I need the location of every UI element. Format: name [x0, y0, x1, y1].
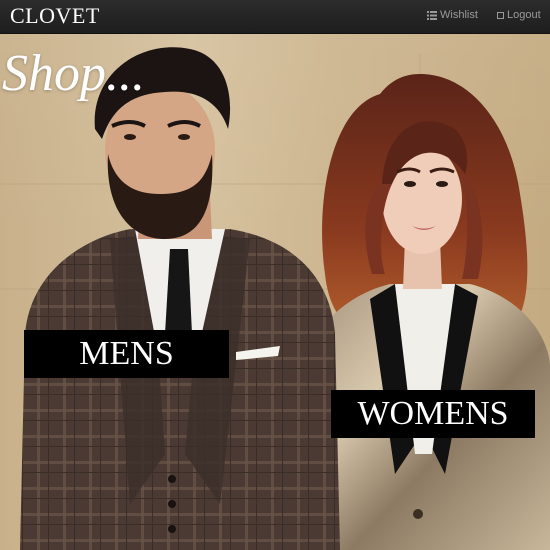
womens-category-button[interactable]: WOMENS — [331, 390, 535, 438]
hero-photo-illustration — [0, 47, 550, 550]
logout-link[interactable]: Logout — [497, 9, 541, 21]
wishlist-link[interactable]: Wishlist — [427, 9, 478, 21]
shop-heading: Shop... — [2, 45, 145, 102]
top-navbar: CLOVET Wishlist Logout — [0, 0, 550, 34]
brand-logo[interactable]: CLOVET — [10, 3, 100, 29]
logout-label: Logout — [507, 9, 541, 21]
wishlist-label: Wishlist — [440, 9, 478, 21]
hero-image — [0, 34, 550, 550]
list-icon — [427, 10, 437, 20]
box-icon — [497, 11, 504, 19]
mens-category-button[interactable]: MENS — [24, 330, 229, 378]
